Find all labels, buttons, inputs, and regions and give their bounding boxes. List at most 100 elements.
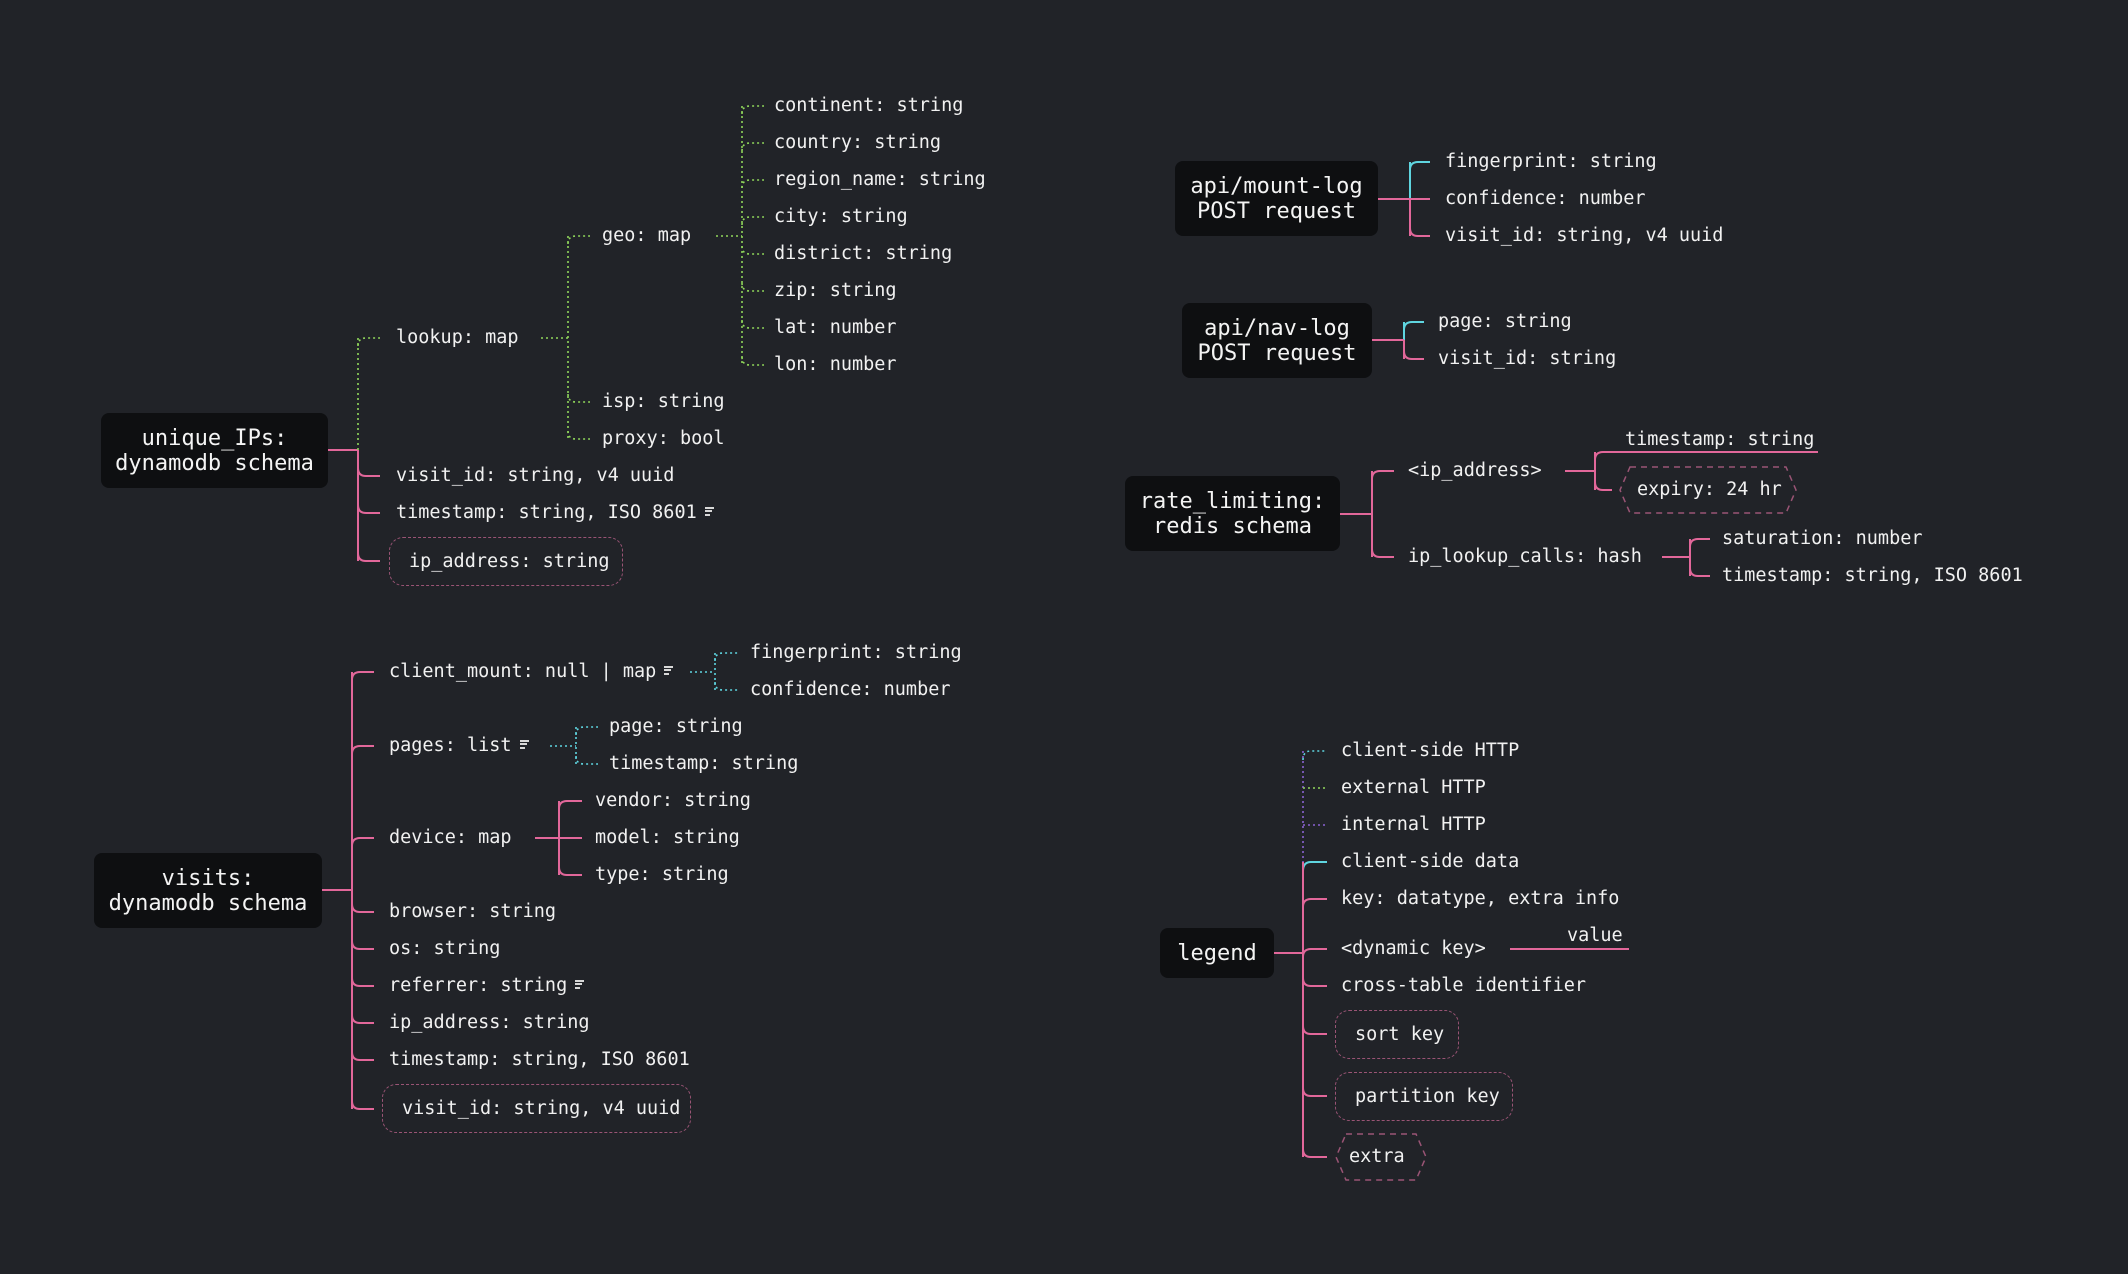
connector-lines (322, 105, 1818, 1158)
legend-children-connector (1302, 1087, 1327, 1097)
rate-limiting-connector (1371, 470, 1394, 480)
pages-field: timestamp: string (609, 753, 799, 774)
geo-field: country: string (774, 132, 942, 153)
geo-children-connector (741, 179, 764, 189)
hash-field: timestamp: string, ISO 8601 (1722, 565, 2023, 586)
timestamp-key: timestamp: string, ISO 8601 (389, 1049, 690, 1070)
unique-ips-node[interactable]: unique_IPs: dynamodb schema (101, 413, 328, 488)
visits-connector (351, 903, 374, 913)
browser-key: browser: string (389, 901, 557, 922)
note-icon[interactable] (704, 506, 714, 516)
visits-connector (351, 837, 374, 847)
pages-key: pages: list (389, 735, 529, 757)
isp-key: isp: string (602, 391, 725, 412)
lookup-connector (357, 337, 380, 347)
note-icon[interactable] (519, 739, 529, 749)
note-icon[interactable] (664, 665, 674, 675)
referrer-label: referrer: string (389, 975, 568, 996)
geo-field: zip: string (774, 280, 897, 301)
legend-internal-http: internal HTTP (1341, 814, 1486, 835)
mount-log-field: fingerprint: string (1445, 151, 1657, 172)
nav-log-field: visit_id: string (1438, 348, 1617, 369)
pages-connector (575, 755, 598, 765)
legend-client-http-line (1302, 750, 1327, 761)
legend-extra-label: extra (1349, 1146, 1405, 1167)
hash-connector (1689, 567, 1710, 577)
legend-partition-key: partition key (1335, 1072, 1513, 1121)
timestamp-key: timestamp: string, ISO 8601 (396, 502, 714, 524)
device-key: device: map (389, 827, 512, 848)
legend-node[interactable]: legend (1160, 928, 1274, 978)
geo-children-connector (741, 245, 764, 255)
visits-connector (351, 1014, 374, 1024)
legend-children-connector (1302, 948, 1327, 958)
client-mount-key: client_mount: null | map (389, 661, 674, 683)
geo-key: geo: map (602, 225, 692, 246)
geo-children-connector (741, 142, 764, 152)
mount-log-field: visit_id: string, v4 uuid (1445, 225, 1724, 246)
legend-children-connector (1302, 1025, 1327, 1035)
proxy-key: proxy: bool (602, 428, 725, 449)
legend-external-http: external HTTP (1341, 777, 1486, 798)
geo-children-connector (741, 356, 764, 366)
geo-field: district: string (774, 243, 953, 264)
visits-connector (351, 977, 374, 987)
device-field: vendor: string (595, 790, 751, 811)
ip-address-connector (1594, 451, 1612, 461)
geo-children-connector (741, 282, 764, 292)
client-mount-connector (714, 652, 740, 662)
legend-key-format: key: datatype, extra info (1341, 888, 1620, 909)
lookup-key: lookup: map (396, 327, 519, 348)
geo-children-connector (741, 319, 764, 329)
legend-client-side-data: client-side data (1341, 851, 1520, 872)
device-connector (558, 866, 582, 876)
legend-children-connector (1302, 1148, 1327, 1158)
ip-address-sort-key: ip_address: string (389, 537, 623, 586)
rate-limiting-connector (1371, 548, 1394, 558)
pages-connector (575, 726, 598, 736)
mount-log-field: confidence: number (1445, 188, 1646, 209)
lookup-children-connector (567, 393, 590, 403)
client-mount-field: fingerprint: string (750, 642, 962, 663)
visits-connector (351, 1100, 374, 1110)
rate-limiting-node[interactable]: rate_limiting: redis schema (1125, 476, 1340, 551)
visit-id-key: visit_id: string, v4 uuid (396, 465, 675, 486)
nav-log-connector (1403, 321, 1424, 331)
pages-field: page: string (609, 716, 743, 737)
geo-field: continent: string (774, 95, 964, 116)
geo-children-connector (741, 105, 764, 115)
ip-address-key: ip_address: string (389, 1012, 590, 1033)
device-connector (558, 800, 582, 810)
visits-connector (351, 1051, 374, 1061)
legend-extra: extra (1335, 1133, 1427, 1181)
timestamp-label: timestamp: string, ISO 8601 (396, 502, 697, 523)
nav-log-node[interactable]: api/nav-log POST request (1182, 303, 1372, 378)
note-icon[interactable] (575, 979, 585, 989)
ip-address-dynamic-key: <ip_address> (1408, 460, 1542, 481)
legend-children-connector (1302, 898, 1327, 908)
legend-client-side-http: client-side HTTP (1341, 740, 1520, 761)
unique-ips-pink-connector (357, 504, 380, 514)
os-key: os: string (389, 938, 501, 959)
visits-connector (351, 940, 374, 950)
legend-value: value (1567, 925, 1623, 946)
client-mount-label: client_mount: null | map (389, 661, 657, 682)
client-mount-field: confidence: number (750, 679, 951, 700)
legend-children-connector (1302, 977, 1327, 987)
visit-id-partition-key: visit_id: string, v4 uuid (382, 1084, 691, 1133)
legend-client-data-line (1302, 861, 1327, 872)
hash-connector (1689, 538, 1710, 548)
unique-ips-pink-connector (357, 467, 380, 477)
hash-field: saturation: number (1722, 528, 1923, 549)
device-field: model: string (595, 827, 740, 848)
legend-sort-key: sort key (1335, 1010, 1459, 1059)
nav-log-connector (1403, 350, 1424, 360)
visits-node[interactable]: visits: dynamodb schema (94, 853, 322, 928)
lookup-children-connector (567, 235, 590, 245)
mount-log-node[interactable]: api/mount-log POST request (1175, 161, 1378, 236)
geo-field: lat: number (774, 317, 897, 338)
timestamp-value: timestamp: string (1625, 429, 1815, 450)
referrer-key: referrer: string (389, 975, 585, 997)
geo-field: lon: number (774, 354, 897, 375)
legend-cross-table: cross-table identifier (1341, 975, 1587, 996)
